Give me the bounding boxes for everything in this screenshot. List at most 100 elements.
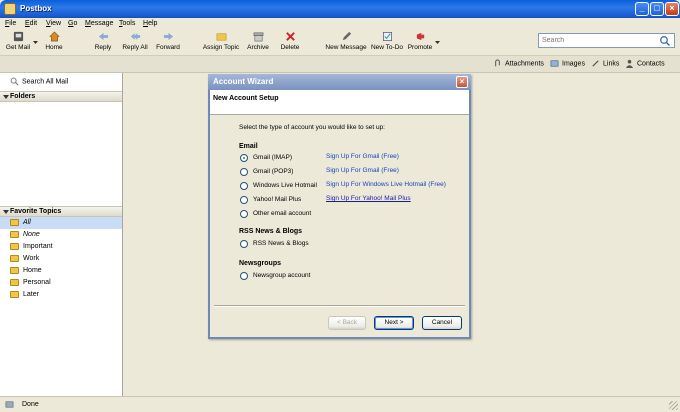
sidebar: Search All Mail Folders Favorite Topics … (0, 73, 123, 396)
status-text: Done (22, 401, 39, 408)
attachments-label: Attachments (505, 60, 544, 68)
menu-file[interactable]: File (5, 20, 16, 27)
delete-button[interactable]: Delete (279, 31, 301, 51)
topic-later[interactable]: Later (0, 289, 122, 301)
menu-help[interactable]: Help (143, 20, 157, 27)
topic-work[interactable]: Work (0, 253, 122, 265)
search-icon[interactable] (659, 35, 671, 47)
forward-button[interactable]: Forward (154, 31, 182, 51)
image-icon (550, 60, 559, 67)
contacts-label: Contacts (637, 60, 665, 68)
hotmail-label[interactable]: Windows Live Hotmail (253, 182, 317, 189)
resize-grip[interactable] (669, 401, 678, 410)
favorite-topics-header[interactable]: Favorite Topics (0, 206, 122, 217)
menu-view[interactable]: View (46, 20, 61, 27)
forward-label: Forward (156, 44, 180, 51)
back-button[interactable]: < Back (328, 316, 366, 330)
yahoo-label[interactable]: Yahoo! Mail Plus (253, 196, 301, 203)
content-filter-bar: Attachments Images Links Contacts (0, 56, 680, 73)
rss-radio[interactable] (240, 240, 248, 248)
close-window-button[interactable]: × (665, 2, 679, 16)
links-filter[interactable]: Links (591, 59, 619, 68)
get-mail-dropdown[interactable] (32, 40, 38, 47)
promote-button[interactable]: Promote (407, 31, 433, 51)
images-filter[interactable]: Images (550, 59, 585, 68)
search-all-mail[interactable]: Search All Mail (10, 77, 68, 86)
new-message-button[interactable]: New Message (325, 31, 367, 51)
new-message-label: New Message (325, 44, 367, 51)
menu-edit[interactable]: Edit (25, 20, 37, 27)
maximize-button[interactable]: □ (650, 2, 664, 16)
archive-label: Archive (247, 44, 269, 51)
home-label: Home (45, 44, 63, 51)
gmail-pop3-label[interactable]: Gmail (POP3) (253, 168, 293, 175)
links-label: Links (603, 60, 620, 68)
folder-icon (10, 219, 19, 226)
folder-icon (10, 231, 19, 238)
menu-tools[interactable]: Tools (119, 20, 135, 27)
folder-icon (216, 33, 226, 41)
next-button[interactable]: Next > (374, 316, 414, 330)
attachments-filter[interactable]: Attachments (493, 59, 544, 68)
status-icon (5, 401, 14, 408)
rss-section-label: RSS News & Blogs (239, 228, 303, 235)
gmail-imap-signup-link[interactable]: Sign Up For Gmail (Free) (326, 153, 399, 160)
promote-dropdown[interactable] (434, 40, 440, 47)
reply-all-button[interactable]: Reply All (120, 31, 150, 51)
folder-icon (10, 243, 19, 250)
new-todo-button[interactable]: New To-Do (369, 31, 405, 51)
gmail-pop3-signup-link[interactable]: Sign Up For Gmail (Free) (326, 167, 399, 174)
newsgroup-label[interactable]: Newsgroup account (253, 272, 310, 279)
promote-label: Promote (407, 44, 433, 51)
search-input[interactable] (539, 34, 657, 47)
new-todo-label: New To-Do (370, 44, 404, 51)
home-button[interactable]: Home (42, 31, 66, 51)
cancel-button[interactable]: Cancel (422, 316, 462, 330)
dialog-close-button[interactable]: × (456, 76, 468, 88)
menu-go[interactable]: Go (68, 20, 77, 27)
chevron-down-icon (32, 41, 38, 44)
menu-message[interactable]: Message (85, 20, 113, 27)
topic-label: Later (23, 291, 39, 298)
delete-x-icon (285, 32, 295, 41)
rss-label[interactable]: RSS News & Blogs (253, 240, 309, 247)
menu-bar: File Edit View Go Message Tools Help (0, 18, 680, 30)
archive-button[interactable]: Archive (245, 31, 271, 51)
folders-header[interactable]: Folders (0, 91, 122, 102)
topic-none[interactable]: None (0, 229, 122, 241)
reply-all-icon (130, 33, 140, 40)
topic-all[interactable]: All (0, 217, 122, 229)
hotmail-signup-link[interactable]: Sign Up For Windows Live Hotmail (Free) (326, 181, 446, 188)
pencil-icon (342, 31, 351, 41)
todo-icon (382, 32, 392, 41)
dialog-header-title: New Account Setup (213, 95, 279, 102)
assign-topic-button[interactable]: Assign Topic (202, 31, 240, 51)
minimize-button[interactable]: _ (635, 2, 649, 16)
other-email-label[interactable]: Other email account (253, 210, 311, 217)
search-icon (10, 77, 19, 86)
reply-button[interactable]: Reply (92, 31, 114, 51)
topic-home[interactable]: Home (0, 265, 122, 277)
person-icon (625, 59, 634, 68)
hotmail-radio[interactable] (240, 182, 248, 190)
status-bar: Done (0, 396, 680, 412)
forward-icon (163, 32, 173, 41)
topic-label: None (23, 231, 40, 238)
folder-icon (10, 267, 19, 274)
other-email-radio[interactable] (240, 210, 248, 218)
favorite-topics-label: Favorite Topics (10, 208, 62, 215)
gmail-imap-label[interactable]: Gmail (IMAP) (253, 154, 292, 161)
get-mail-label: Get Mail (5, 44, 31, 51)
newsgroup-radio[interactable] (240, 272, 248, 280)
gmail-imap-radio[interactable] (240, 154, 248, 162)
search-all-label: Search All Mail (22, 78, 69, 86)
paperclip-icon (495, 59, 500, 67)
yahoo-signup-link[interactable]: Sign Up For Yahoo! Mail Plus (326, 195, 411, 202)
topic-personal[interactable]: Personal (0, 277, 122, 289)
yahoo-radio[interactable] (240, 196, 248, 204)
get-mail-button[interactable]: Get Mail (4, 31, 32, 51)
dialog-title: Account Wizard (213, 77, 274, 86)
gmail-pop3-radio[interactable] (240, 168, 248, 176)
contacts-filter[interactable]: Contacts (625, 59, 665, 68)
topic-important[interactable]: Important (0, 241, 122, 253)
